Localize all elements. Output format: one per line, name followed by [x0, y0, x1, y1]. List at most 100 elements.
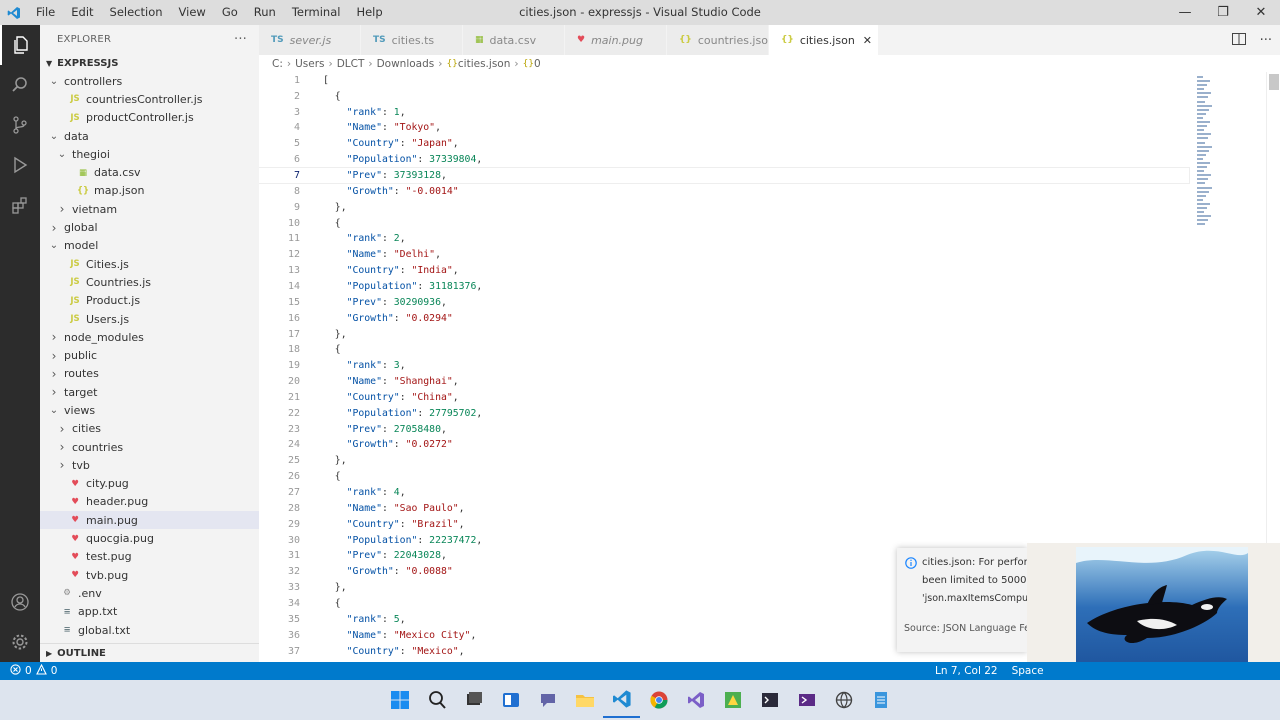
widgets-icon[interactable] — [492, 682, 529, 718]
folder-item[interactable]: ⌄ views — [40, 401, 259, 419]
folder-item[interactable]: ⌄ thegioi — [40, 145, 259, 163]
files-icon[interactable] — [0, 25, 40, 65]
notification-toast[interactable]: cities.json: For perform been limited to… — [897, 548, 1027, 652]
menu-item-file[interactable]: File — [28, 0, 63, 25]
account-icon[interactable] — [0, 582, 40, 622]
tab-main-pug[interactable]: ♥ main.pug — [565, 25, 667, 55]
file-item[interactable]: ♥ test.pug — [40, 548, 259, 566]
tab-sever-js[interactable]: TS sever.js — [259, 25, 361, 55]
code-line[interactable]: 5 "Country": "Japan", — [259, 136, 1259, 152]
code-line[interactable]: 7 "Prev": 37393128, — [259, 166, 1190, 185]
breadcrumb-item[interactable]: 0 — [534, 58, 541, 70]
folder-item[interactable]: › node_modules — [40, 328, 259, 346]
folder-item[interactable]: › routes — [40, 365, 259, 383]
code-line[interactable]: 8 "Growth": "-0.0014" — [259, 183, 1259, 199]
outline-section[interactable]: ▶ OUTLINE — [40, 643, 259, 662]
file-item[interactable]: JS Cities.js — [40, 255, 259, 273]
folder-item[interactable]: › vietnam — [40, 200, 259, 218]
code-line[interactable]: 3 "rank": 1, — [259, 104, 1259, 120]
minimap[interactable] — [1197, 76, 1213, 227]
code-line[interactable]: 2 { — [259, 88, 1259, 104]
code-line[interactable]: 13 "Country": "India", — [259, 263, 1259, 279]
file-item[interactable]: JS Users.js — [40, 310, 259, 328]
code-line[interactable]: 22 "Population": 27795702, — [259, 405, 1259, 421]
file-item[interactable]: ♥ main.pug — [40, 511, 259, 530]
breadcrumb-item[interactable]: Users — [295, 58, 324, 70]
file-item[interactable]: {} map.json — [40, 182, 259, 200]
tab-data-csv[interactable]: ▦ data.csv — [463, 25, 565, 55]
code-line[interactable]: 19 "rank": 3, — [259, 358, 1259, 374]
visual-studio-icon[interactable] — [677, 682, 714, 718]
code-line[interactable]: 11 "rank": 2, — [259, 231, 1259, 247]
chat-icon[interactable] — [529, 682, 566, 718]
breadcrumb-item[interactable]: Downloads — [377, 58, 435, 70]
vscode-icon[interactable] — [603, 682, 640, 718]
project-section[interactable]: ▼ EXPRESSJS — [40, 54, 259, 72]
folder-item[interactable]: ⌄ model — [40, 237, 259, 255]
search-icon[interactable] — [418, 682, 455, 718]
indentation[interactable]: Space — [1012, 665, 1044, 677]
code-line[interactable]: 9 }, — [259, 199, 1259, 215]
file-item[interactable]: JS productController.js — [40, 109, 259, 127]
menu-item-view[interactable]: View — [171, 0, 214, 25]
split-editor-icon[interactable] — [1231, 32, 1246, 48]
file-item[interactable]: ≡ app.txt — [40, 603, 259, 621]
extensions-icon[interactable] — [0, 185, 40, 225]
folder-item[interactable]: › global — [40, 218, 259, 236]
folder-item[interactable]: ⌄ controllers — [40, 72, 259, 90]
breadcrumb-item[interactable]: DLCT — [337, 58, 365, 70]
code-line[interactable]: 14 "Population": 31181376, — [259, 279, 1259, 295]
notepad-icon[interactable] — [862, 682, 899, 718]
folder-item[interactable]: › countries — [40, 438, 259, 456]
folder-item[interactable]: ⌄ data — [40, 127, 259, 145]
menu-item-edit[interactable]: Edit — [63, 0, 101, 25]
menu-item-go[interactable]: Go — [214, 0, 246, 25]
code-line[interactable]: 17 }, — [259, 326, 1259, 342]
terminal-icon[interactable] — [751, 682, 788, 718]
code-line[interactable]: 12 "Name": "Delhi", — [259, 247, 1259, 263]
code-line[interactable]: 10 { — [259, 215, 1259, 231]
breadcrumb-item[interactable]: C: — [272, 58, 283, 70]
code-line[interactable]: 18 { — [259, 342, 1259, 358]
menu-item-terminal[interactable]: Terminal — [284, 0, 349, 25]
code-line[interactable]: 23 "Prev": 27058480, — [259, 421, 1259, 437]
powershell-icon[interactable] — [788, 682, 825, 718]
folder-item[interactable]: › public — [40, 346, 259, 364]
file-item[interactable]: ♥ tvb.pug — [40, 566, 259, 584]
code-line[interactable]: 28 "Name": "Sao Paulo", — [259, 500, 1259, 516]
problems-indicator[interactable]: 0 0 — [10, 663, 57, 678]
code-line[interactable]: 24 "Growth": "0.0272" — [259, 437, 1259, 453]
code-line[interactable]: 21 "Country": "China", — [259, 390, 1259, 406]
file-explorer-icon[interactable] — [566, 682, 603, 718]
menu-item-run[interactable]: Run — [246, 0, 284, 25]
code-line[interactable]: 26 { — [259, 469, 1259, 485]
minimize-icon[interactable]: — — [1166, 0, 1204, 25]
windows-start-icon[interactable] — [381, 682, 418, 718]
code-line[interactable]: 15 "Prev": 30290936, — [259, 294, 1259, 310]
run-debug-icon[interactable] — [0, 145, 40, 185]
file-item[interactable]: JS countriesController.js — [40, 90, 259, 108]
file-item[interactable]: ≡ global.txt — [40, 621, 259, 639]
close-icon[interactable]: ✕ — [1242, 0, 1280, 25]
tab-cities-ts[interactable]: TS cities.ts — [361, 25, 463, 55]
menu-item-selection[interactable]: Selection — [102, 0, 171, 25]
file-item[interactable]: ♥ quocgia.pug — [40, 529, 259, 547]
folder-item[interactable]: › target — [40, 383, 259, 401]
code-line[interactable]: 20 "Name": "Shanghai", — [259, 374, 1259, 390]
more-actions-icon[interactable]: ··· — [234, 32, 247, 47]
manage-gear-icon[interactable] — [0, 622, 40, 662]
paint-icon[interactable] — [714, 682, 751, 718]
search-icon[interactable] — [0, 65, 40, 105]
folder-item[interactable]: › tvb — [40, 456, 259, 474]
file-item[interactable]: ⚙ .env — [40, 584, 259, 602]
breadcrumb-item[interactable]: cities.json — [458, 58, 510, 70]
code-line[interactable]: 4 "Name": "Tokyo", — [259, 120, 1259, 136]
file-item[interactable]: ♥ header.pug — [40, 493, 259, 511]
source-control-icon[interactable] — [0, 105, 40, 145]
code-line[interactable]: 6 "Population": 37339804, — [259, 152, 1259, 168]
folder-item[interactable]: › cities — [40, 420, 259, 438]
code-line[interactable]: 1[ — [259, 73, 1259, 89]
code-line[interactable]: 27 "rank": 4, — [259, 485, 1259, 501]
cursor-position[interactable]: Ln 7, Col 22 — [935, 665, 998, 677]
code-line[interactable]: 16 "Growth": "0.0294" — [259, 310, 1259, 326]
